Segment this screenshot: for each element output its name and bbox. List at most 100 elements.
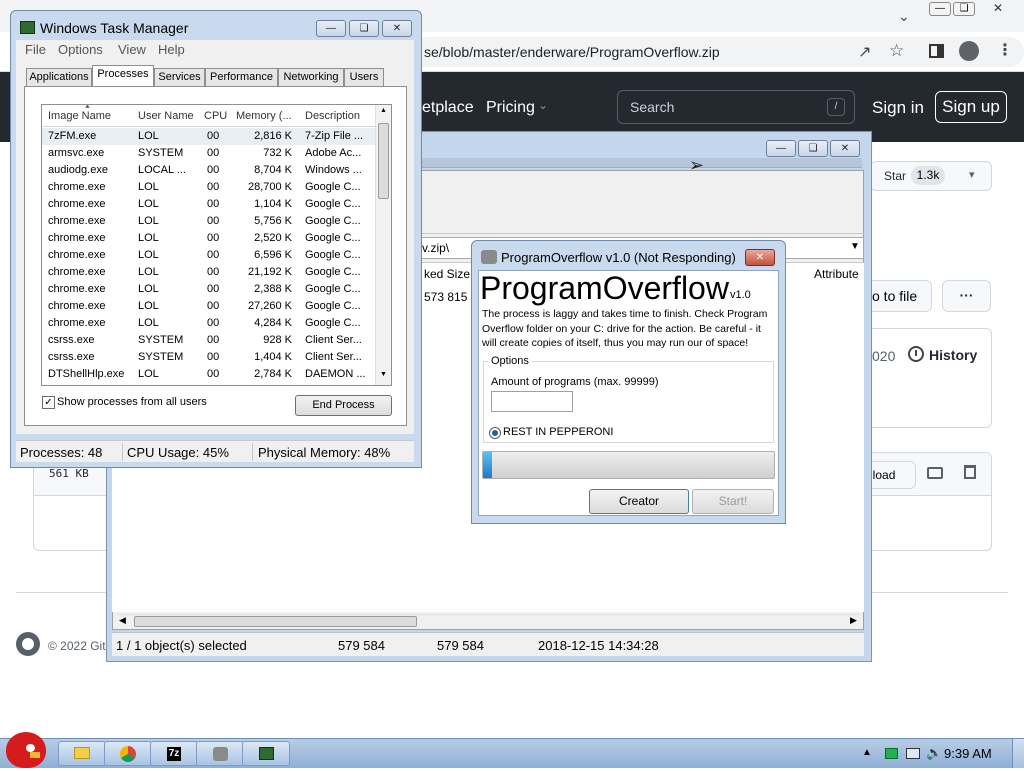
tm-restore-button[interactable]: ❏ bbox=[349, 20, 379, 37]
process-cell-cpu: 00 bbox=[207, 198, 220, 210]
process-cell-user: LOL bbox=[138, 130, 159, 142]
process-table-scrollbar[interactable]: ▲ ▼ bbox=[375, 105, 391, 385]
tm-close-button[interactable]: ✕ bbox=[382, 20, 412, 37]
more-options-button[interactable]: ··· bbox=[942, 280, 991, 312]
tab-users[interactable]: Users bbox=[344, 68, 384, 86]
process-cell-name: chrome.exe bbox=[48, 215, 106, 227]
process-scroll-thumb[interactable] bbox=[378, 123, 389, 199]
tab-list-chevron-icon[interactable]: ⌄ bbox=[898, 8, 910, 25]
zip-column-attribute[interactable]: Attribute bbox=[814, 267, 859, 281]
tab-services[interactable]: Services bbox=[154, 68, 205, 86]
volume-icon[interactable]: 🔊 bbox=[926, 745, 942, 761]
scroll-down-icon[interactable]: ▼ bbox=[380, 371, 387, 378]
process-row[interactable]: chrome.exe LOL 00 21,192 K Google C... bbox=[42, 264, 376, 281]
process-cell-mem: 27,260 K bbox=[247, 300, 292, 312]
star-dropdown-chevron-icon[interactable]: ▾ bbox=[969, 168, 975, 181]
browser-close-button[interactable]: ✕ bbox=[985, 0, 1011, 16]
rest-in-pepperoni-radio[interactable] bbox=[489, 427, 501, 439]
trash-icon[interactable] bbox=[964, 465, 976, 479]
creator-button[interactable]: Creator bbox=[589, 489, 689, 514]
col-memory[interactable]: Memory (... bbox=[236, 110, 292, 122]
process-row[interactable]: 7zFM.exe LOL 00 2,816 K 7-Zip File ... bbox=[42, 128, 376, 145]
menu-options[interactable]: Options bbox=[58, 42, 103, 57]
process-row[interactable]: csrss.exe SYSTEM 00 1,404 K Client Ser... bbox=[42, 349, 376, 366]
start-button-angry-bird-icon[interactable] bbox=[6, 732, 46, 768]
history-link[interactable]: History bbox=[929, 347, 977, 363]
process-row[interactable]: csrss.exe SYSTEM 00 928 K Client Ser... bbox=[42, 332, 376, 349]
show-all-users-label[interactable]: Show processes from all users bbox=[57, 396, 207, 408]
tab-applications[interactable]: Applications bbox=[26, 68, 92, 86]
end-process-button[interactable]: End Process bbox=[295, 395, 392, 416]
process-row[interactable]: chrome.exe LOL 00 1,104 K Google C... bbox=[42, 196, 376, 213]
profile-avatar-icon[interactable] bbox=[959, 41, 979, 61]
taskbar-task-manager-button[interactable] bbox=[242, 741, 290, 766]
show-desktop-button[interactable] bbox=[1012, 739, 1024, 768]
process-row[interactable]: audiodg.exe LOCAL ... 00 8,704 K Windows ... bbox=[42, 162, 376, 179]
zip-hscroll-left-icon[interactable]: ◀ bbox=[119, 615, 126, 626]
zip-hscroll-right-icon[interactable]: ▶ bbox=[850, 615, 857, 626]
tab-processes[interactable]: Processes bbox=[92, 65, 154, 86]
process-row[interactable]: chrome.exe LOL 00 2,388 K Google C... bbox=[42, 281, 376, 298]
tab-networking[interactable]: Networking bbox=[278, 68, 344, 86]
process-row[interactable]: chrome.exe LOL 00 5,756 K Google C... bbox=[42, 213, 376, 230]
process-row[interactable]: chrome.exe LOL 00 6,596 K Google C... bbox=[42, 247, 376, 264]
network-icon[interactable] bbox=[885, 748, 898, 759]
task-manager-taskbar-icon bbox=[258, 747, 274, 760]
bookmark-star-icon[interactable]: ☆ bbox=[889, 41, 904, 61]
side-panel-icon[interactable] bbox=[929, 44, 944, 58]
process-cell-name: csrss.exe bbox=[48, 334, 95, 346]
col-cpu[interactable]: CPU bbox=[204, 110, 227, 122]
taskbar-explorer-button[interactable] bbox=[58, 741, 106, 766]
process-row[interactable]: chrome.exe LOL 00 4,284 K Google C... bbox=[42, 315, 376, 332]
process-row[interactable]: chrome.exe LOL 00 2,520 K Google C... bbox=[42, 230, 376, 247]
tm-minimize-button[interactable]: — bbox=[316, 20, 346, 37]
zip-status-selected: 1 / 1 object(s) selected bbox=[116, 638, 247, 653]
taskbar-clock[interactable]: 9:39 AM bbox=[944, 746, 992, 761]
nav-marketplace[interactable]: etplace bbox=[422, 99, 474, 117]
process-cell-user: SYSTEM bbox=[138, 147, 184, 159]
browser-restore-button[interactable]: ❏ bbox=[953, 2, 975, 16]
process-cell-name: chrome.exe bbox=[48, 266, 106, 278]
sign-up-button[interactable]: Sign up bbox=[935, 91, 1007, 123]
browser-minimize-button[interactable]: — bbox=[929, 2, 951, 16]
process-cell-user: LOL bbox=[138, 368, 159, 380]
taskbar-program-overflow-button[interactable] bbox=[196, 741, 244, 766]
show-all-users-checkbox[interactable]: ✓ bbox=[42, 396, 55, 409]
browser-menu-icon[interactable]: ⋮ bbox=[997, 40, 1013, 60]
start-button[interactable]: Start! bbox=[692, 489, 774, 514]
zip-close-button[interactable]: ✕ bbox=[830, 140, 860, 157]
menu-file[interactable]: File bbox=[25, 42, 46, 57]
menu-view[interactable]: View bbox=[118, 42, 146, 57]
nav-pricing[interactable]: Pricing bbox=[486, 99, 535, 117]
history-icon[interactable] bbox=[908, 346, 924, 362]
col-description[interactable]: Description bbox=[305, 110, 360, 122]
desktop-icon[interactable] bbox=[927, 467, 943, 479]
scroll-up-icon[interactable]: ▲ bbox=[380, 107, 387, 114]
amount-input[interactable] bbox=[491, 391, 573, 412]
program-overflow-taskbar-icon bbox=[212, 747, 228, 761]
rest-in-pepperoni-label[interactable]: REST IN PEPPERONI bbox=[503, 426, 613, 438]
zip-minimize-button[interactable]: — bbox=[766, 140, 796, 157]
github-logo-icon[interactable] bbox=[16, 632, 40, 656]
commit-info-card bbox=[860, 328, 992, 428]
po-close-button[interactable]: ✕ bbox=[745, 249, 775, 266]
process-row[interactable]: DTShellHlp.exe LOL 00 2,784 K DAEMON ... bbox=[42, 366, 376, 383]
zip-hscroll-thumb[interactable] bbox=[134, 616, 417, 627]
tab-performance[interactable]: Performance bbox=[205, 68, 278, 86]
taskbar-chrome-button[interactable] bbox=[104, 741, 152, 766]
zip-address-dropdown-icon[interactable]: ▼ bbox=[850, 241, 860, 252]
sign-in-link[interactable]: Sign in bbox=[872, 98, 924, 118]
taskbar-7zip-button[interactable]: 7z bbox=[150, 741, 198, 766]
process-table[interactable]: Image Name ▲ User Name CPU Memory (... D… bbox=[41, 104, 392, 386]
col-user-name[interactable]: User Name bbox=[138, 110, 194, 122]
share-icon[interactable]: ↗ bbox=[858, 42, 871, 62]
process-row[interactable]: chrome.exe LOL 00 27,260 K Google C... bbox=[42, 298, 376, 315]
show-hidden-icons-chevron[interactable]: ▲ bbox=[862, 747, 872, 758]
process-row[interactable]: armsvc.exe SYSTEM 00 732 K Adobe Ac... bbox=[42, 145, 376, 162]
process-row[interactable]: chrome.exe LOL 00 28,700 K Google C... bbox=[42, 179, 376, 196]
col-image-name[interactable]: Image Name bbox=[48, 110, 111, 122]
display-icon[interactable] bbox=[906, 748, 920, 759]
zip-column-packed-size[interactable]: ked Size bbox=[424, 267, 470, 281]
menu-help[interactable]: Help bbox=[158, 42, 185, 57]
zip-restore-button[interactable]: ❏ bbox=[798, 140, 828, 157]
